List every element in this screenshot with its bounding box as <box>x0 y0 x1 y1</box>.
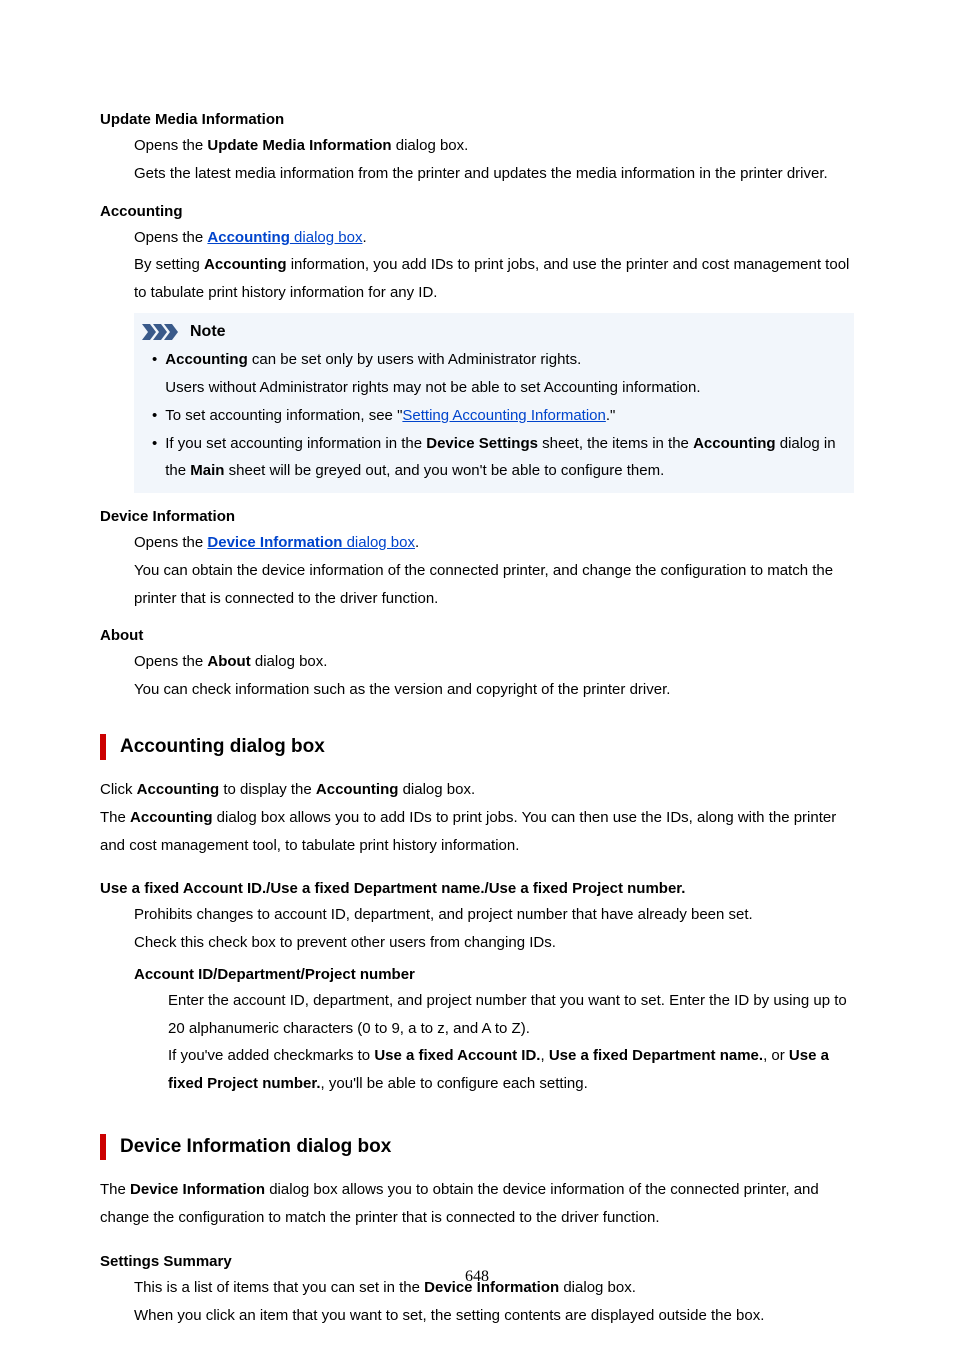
text: Gets the latest media information from t… <box>134 165 828 182</box>
link-accounting-dialog[interactable]: Accounting dialog box <box>207 229 362 246</box>
text: The <box>100 809 130 826</box>
term-fixed-ids: Use a fixed Account ID./Use a fixed Depa… <box>100 877 854 901</box>
note-header: Note <box>134 319 854 345</box>
desc-accounting: Opens the Accounting dialog box. By sett… <box>134 224 854 307</box>
text: By setting <box>134 256 204 273</box>
text: , or <box>763 1047 789 1064</box>
term-accounting: Accounting <box>100 200 854 224</box>
text: If you've added checkmarks to <box>168 1047 374 1064</box>
red-bar-icon <box>100 1134 106 1160</box>
desc-fixed-ids: Prohibits changes to account ID, departm… <box>134 901 854 957</box>
link-text: dialog box <box>290 229 363 246</box>
text: You can obtain the device information of… <box>134 562 833 607</box>
text: , you'll be able to configure each setti… <box>321 1075 588 1092</box>
link-text: dialog box <box>342 534 415 551</box>
link-text-bold: Device Information <box>207 534 342 551</box>
text-bold: Accounting <box>130 809 213 826</box>
text: sheet, the items in the <box>538 435 693 452</box>
term-update-media: Update Media Information <box>100 108 854 132</box>
term-about: About <box>100 624 854 648</box>
text: dialog box. <box>398 781 475 798</box>
text: Users without Administrator rights may n… <box>165 379 700 396</box>
note-list: Accounting can be set only by users with… <box>134 346 854 485</box>
text: . <box>415 534 419 551</box>
text-bold: Accounting <box>693 435 776 452</box>
section-title: Device Information dialog box <box>120 1132 391 1162</box>
text-bold: Device Settings <box>426 435 538 452</box>
text: Opens the <box>134 653 207 670</box>
text-bold: Device Information <box>130 1181 265 1198</box>
note-title: Note <box>190 319 226 345</box>
link-setting-accounting[interactable]: Setting Accounting Information <box>402 407 605 424</box>
text-bold: Use a fixed Department name. <box>549 1047 763 1064</box>
text: dialog box. <box>392 137 469 154</box>
text: Enter the account ID, department, and pr… <box>168 992 847 1037</box>
text: To set accounting information, see " <box>165 407 402 424</box>
text: sheet will be greyed out, and you won't … <box>224 462 664 479</box>
text-bold: Main <box>190 462 224 479</box>
text: . <box>362 229 366 246</box>
text-bold: Accounting <box>204 256 287 273</box>
text-bold: About <box>207 653 250 670</box>
note-item: If you set accounting information in the… <box>152 430 854 486</box>
text: If you set accounting information in the <box>165 435 426 452</box>
text-bold: Update Media Information <box>207 137 391 154</box>
text: Opens the <box>134 229 207 246</box>
text: Click <box>100 781 137 798</box>
text: can be set only by users with Administra… <box>248 351 581 368</box>
text-bold: Use a fixed Account ID. <box>374 1047 540 1064</box>
note-item: To set accounting information, see "Sett… <box>152 402 854 430</box>
note-arrows-icon <box>142 324 184 340</box>
section-header-device-info: Device Information dialog box <box>100 1132 854 1162</box>
term-device-info: Device Information <box>100 505 854 529</box>
text: Prohibits changes to account ID, departm… <box>134 906 753 923</box>
link-text-bold: Accounting <box>207 229 290 246</box>
desc-update-media: Opens the Update Media Information dialo… <box>134 132 854 188</box>
text-bold: Accounting <box>316 781 399 798</box>
desc-about: Opens the About dialog box. You can chec… <box>134 648 854 704</box>
link-device-info-dialog[interactable]: Device Information dialog box <box>207 534 415 551</box>
section-para: The Device Information dialog box allows… <box>100 1176 854 1232</box>
term-account-id: Account ID/Department/Project number <box>134 963 854 987</box>
section-title: Accounting dialog box <box>120 732 325 762</box>
text: to display the <box>219 781 316 798</box>
text: ." <box>606 407 616 424</box>
text: Opens the <box>134 534 207 551</box>
desc-device-info: Opens the Device Information dialog box.… <box>134 529 854 612</box>
text: When you click an item that you want to … <box>134 1307 764 1324</box>
text: dialog box. <box>251 653 328 670</box>
red-bar-icon <box>100 734 106 760</box>
text: Opens the <box>134 137 207 154</box>
text: Check this check box to prevent other us… <box>134 934 556 951</box>
section-para: Click Accounting to display the Accounti… <box>100 776 854 859</box>
desc-account-id: Enter the account ID, department, and pr… <box>168 987 854 1098</box>
text: You can check information such as the ve… <box>134 681 670 698</box>
note-box: Note Accounting can be set only by users… <box>134 313 854 493</box>
text-bold: Accounting <box>137 781 220 798</box>
note-item: Accounting can be set only by users with… <box>152 346 854 402</box>
text: , <box>540 1047 548 1064</box>
text: The <box>100 1181 130 1198</box>
text-bold: Accounting <box>165 351 248 368</box>
section-header-accounting: Accounting dialog box <box>100 732 854 762</box>
page-number: 648 <box>0 1264 954 1290</box>
